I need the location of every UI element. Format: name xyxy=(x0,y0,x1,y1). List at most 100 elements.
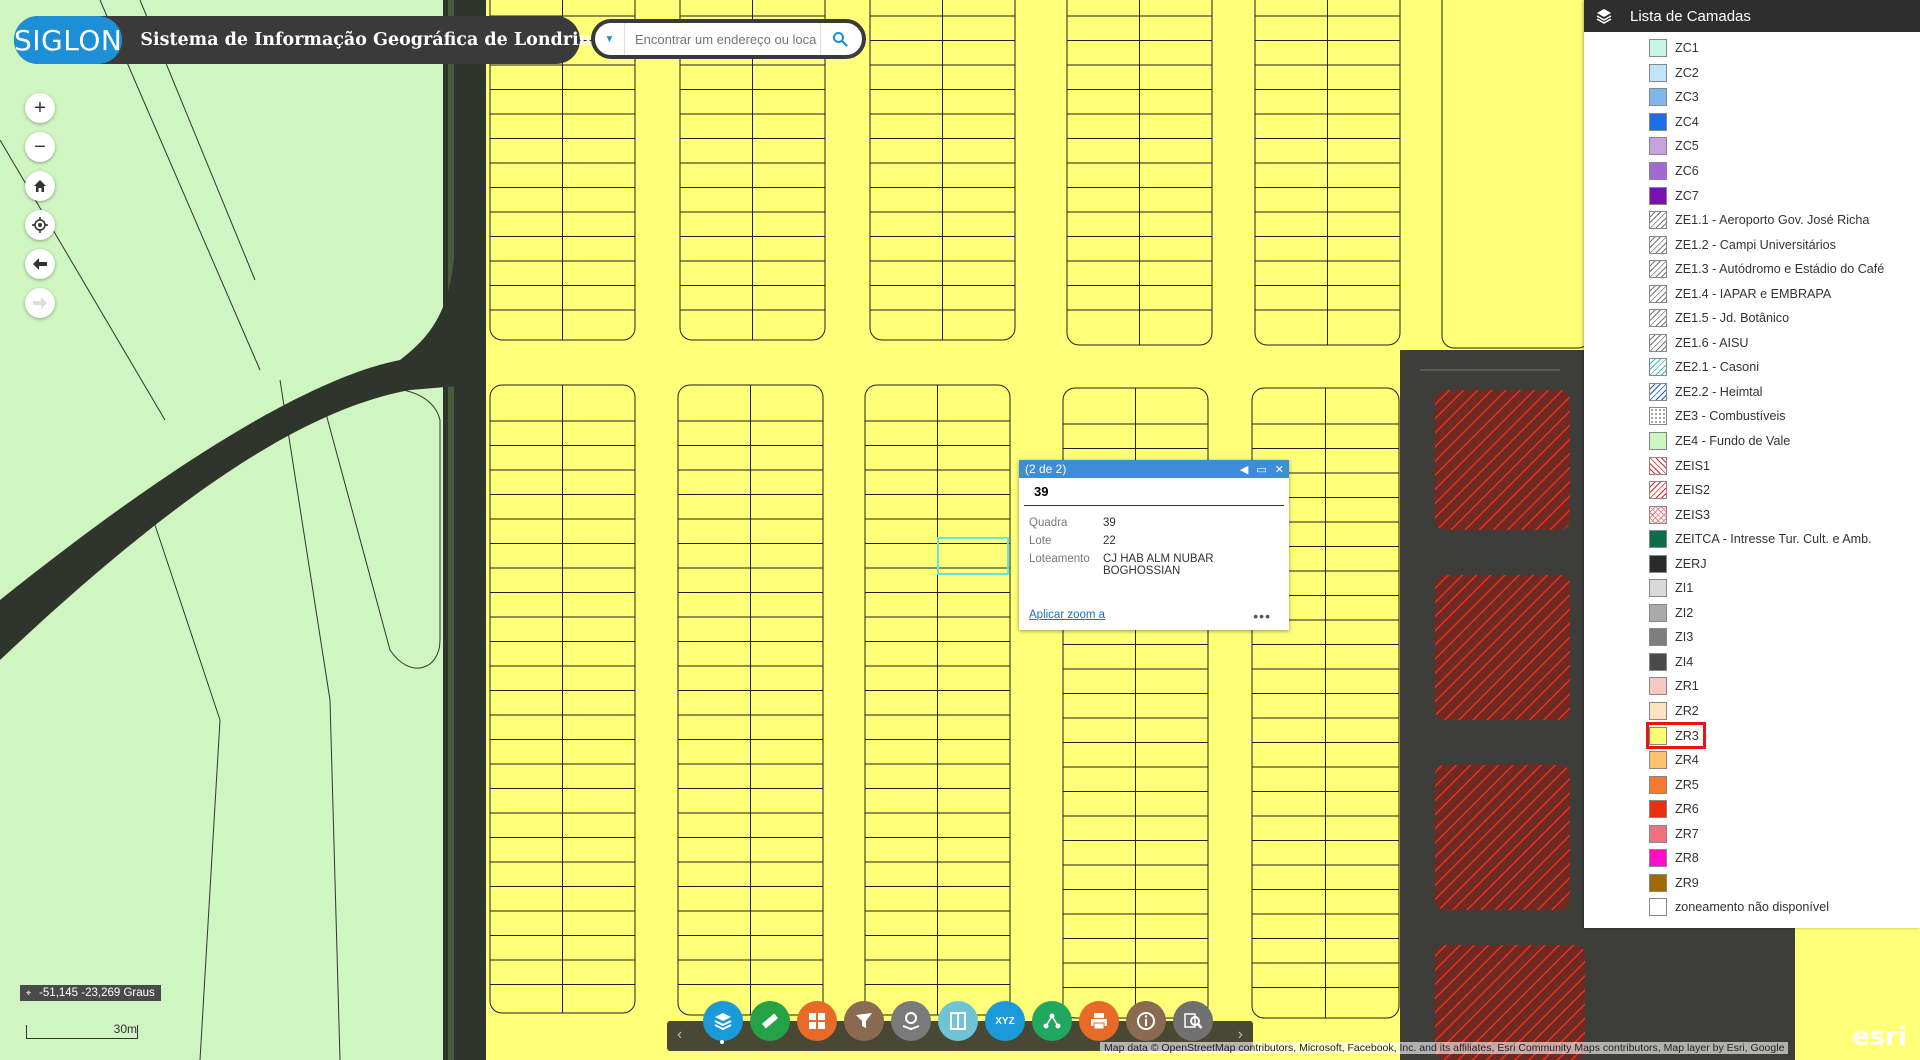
minus-icon: − xyxy=(34,135,46,158)
coordinate-text: -51,145 -23,269 Graus xyxy=(39,987,155,999)
zoom-out-button[interactable]: − xyxy=(25,132,55,162)
legend-item[interactable]: ZEIS2 xyxy=(1584,478,1920,503)
print-tool-button[interactable] xyxy=(1079,1001,1119,1041)
app-header: SIGLON Sistema de Informação Geográfica … xyxy=(14,16,603,64)
legend-swatch xyxy=(1649,63,1667,82)
locate-button[interactable] xyxy=(25,210,55,240)
legend-label: ZEIS2 xyxy=(1675,483,1710,498)
coordinate-readout[interactable]: ⌖ -51,145 -23,269 Graus xyxy=(20,985,161,1001)
search-map-icon xyxy=(1184,1013,1203,1029)
legend-label: ZEIS3 xyxy=(1675,507,1710,522)
legend-item[interactable]: ZE3 - Combustíveis xyxy=(1584,404,1920,429)
next-extent-button[interactable] xyxy=(25,288,55,318)
legend-item[interactable]: ZR8 xyxy=(1584,846,1920,871)
search-input[interactable] xyxy=(625,31,820,47)
swipe-icon xyxy=(950,1012,966,1030)
legend-item[interactable]: ZE2.2 - Heimtal xyxy=(1584,380,1920,405)
search-box: ▼ xyxy=(591,19,866,59)
attribute-value: 22 xyxy=(1103,535,1116,547)
zoom-in-button[interactable]: + xyxy=(25,93,55,123)
legend-label: ZR9 xyxy=(1675,875,1699,890)
previous-feature-icon[interactable]: ◀ xyxy=(1240,463,1248,476)
legend-item[interactable]: ZR7 xyxy=(1584,822,1920,847)
search-source-dropdown[interactable]: ▼ xyxy=(595,23,625,55)
legend-item[interactable]: ZC5 xyxy=(1584,134,1920,159)
legend-swatch xyxy=(1649,530,1667,549)
legend-item[interactable]: ZC1 xyxy=(1584,36,1920,61)
filter-tool-button[interactable] xyxy=(844,1001,884,1041)
home-button[interactable] xyxy=(25,171,55,201)
legend-item[interactable]: ZR4 xyxy=(1584,748,1920,773)
legend-item[interactable]: ZE1.3 - Autódromo e Estádio do Café xyxy=(1584,257,1920,282)
measure-tool-button[interactable] xyxy=(750,1001,790,1041)
legend-swatch xyxy=(1649,137,1667,156)
legend-item[interactable]: ZEIS1 xyxy=(1584,453,1920,478)
share-tool-button[interactable] xyxy=(1032,1001,1072,1041)
legend-label: ZI3 xyxy=(1675,630,1694,645)
legend-swatch xyxy=(1649,898,1667,917)
app-title: Sistema de Informação Geográfica de Lond… xyxy=(140,30,603,50)
zoom-to-link[interactable]: Aplicar zoom a xyxy=(1029,609,1105,621)
legend-swatch xyxy=(1649,603,1667,622)
search-button[interactable] xyxy=(820,23,858,55)
legend-item[interactable]: ZE2.1 - Casoni xyxy=(1584,355,1920,380)
legend-label: ZERJ xyxy=(1675,556,1707,571)
location-tool-button[interactable] xyxy=(891,1001,931,1041)
swipe-tool-button[interactable] xyxy=(938,1001,978,1041)
legend-item[interactable]: ZI2 xyxy=(1584,601,1920,626)
layers-tool-button[interactable] xyxy=(703,1001,743,1041)
xyz-tool-button[interactable]: XYZ xyxy=(985,1001,1025,1041)
search-map-tool-button[interactable] xyxy=(1173,1001,1213,1041)
legend-swatch xyxy=(1649,432,1667,451)
legend-item[interactable]: ZR6 xyxy=(1584,797,1920,822)
legend-label: ZR1 xyxy=(1675,679,1699,694)
close-icon[interactable]: ✕ xyxy=(1275,463,1284,476)
legend-item[interactable]: ZE1.2 - Campi Universitários xyxy=(1584,232,1920,257)
legend-swatch xyxy=(1649,824,1667,843)
attribute-value: 39 xyxy=(1103,517,1116,529)
legend-item[interactable]: ZE1.4 - IAPAR e EMBRAPA xyxy=(1584,281,1920,306)
legend-swatch xyxy=(1649,309,1667,328)
legend-item[interactable]: ZE1.5 - Jd. Botânico xyxy=(1584,306,1920,331)
maximize-icon[interactable]: ▭ xyxy=(1256,463,1266,476)
legend-swatch xyxy=(1649,677,1667,696)
more-options-icon[interactable]: ••• xyxy=(1253,608,1271,624)
legend-item[interactable]: ZC3 xyxy=(1584,85,1920,110)
legend-item[interactable]: ZI4 xyxy=(1584,650,1920,675)
legend-item[interactable]: ZC7 xyxy=(1584,183,1920,208)
legend-item[interactable]: ZC2 xyxy=(1584,61,1920,86)
legend-swatch xyxy=(1649,873,1667,892)
legend-swatch xyxy=(1649,579,1667,598)
legend-item[interactable]: ZE1.1 - Aeroporto Gov. José Richa xyxy=(1584,208,1920,233)
legend-item[interactable]: ZR2 xyxy=(1584,699,1920,724)
legend-label: ZI4 xyxy=(1675,654,1694,669)
legend-item[interactable]: ZC6 xyxy=(1584,159,1920,184)
toolbar-prev-icon[interactable]: ‹ xyxy=(677,1026,682,1044)
legend-item[interactable]: ZERJ xyxy=(1584,551,1920,576)
legend-item[interactable]: ZE1.6 - AISU xyxy=(1584,331,1920,356)
legend-item[interactable]: zoneamento não disponível xyxy=(1584,895,1920,920)
legend-swatch xyxy=(1649,333,1667,352)
legend-label: ZEIS1 xyxy=(1675,458,1710,473)
layer-list-header[interactable]: Lista de Camadas xyxy=(1584,0,1920,32)
legend-label: ZEITCA - Intresse Tur. Cult. e Amb. xyxy=(1675,532,1872,547)
legend-item[interactable]: ZR5 xyxy=(1584,772,1920,797)
legend-item[interactable]: ZEITCA - Intresse Tur. Cult. e Amb. xyxy=(1584,527,1920,552)
attribute-row: Lote 22 xyxy=(1029,532,1253,550)
legend-item[interactable]: ZEIS3 xyxy=(1584,502,1920,527)
legend-item[interactable]: ZI1 xyxy=(1584,576,1920,601)
previous-extent-button[interactable] xyxy=(25,249,55,279)
legend-item[interactable]: ZR3 xyxy=(1584,723,1920,748)
legend-item[interactable]: ZC4 xyxy=(1584,110,1920,135)
layer-list-panel: Lista de Camadas ZC1 ZC2 ZC3 ZC4 ZC5 ZC6 ZC7 ZE… xyxy=(1584,0,1920,928)
siglon-logo[interactable]: SIGLON xyxy=(14,16,123,64)
grid-tool-button[interactable] xyxy=(797,1001,837,1041)
legend-item[interactable]: ZI3 xyxy=(1584,625,1920,650)
legend-item[interactable]: ZE4 - Fundo de Vale xyxy=(1584,429,1920,454)
location-icon xyxy=(902,1012,920,1031)
arrow-left-icon xyxy=(33,258,47,270)
legend-label: ZI1 xyxy=(1675,581,1694,596)
legend-item[interactable]: ZR1 xyxy=(1584,674,1920,699)
info-tool-button[interactable] xyxy=(1126,1001,1166,1041)
legend-item[interactable]: ZR9 xyxy=(1584,871,1920,896)
